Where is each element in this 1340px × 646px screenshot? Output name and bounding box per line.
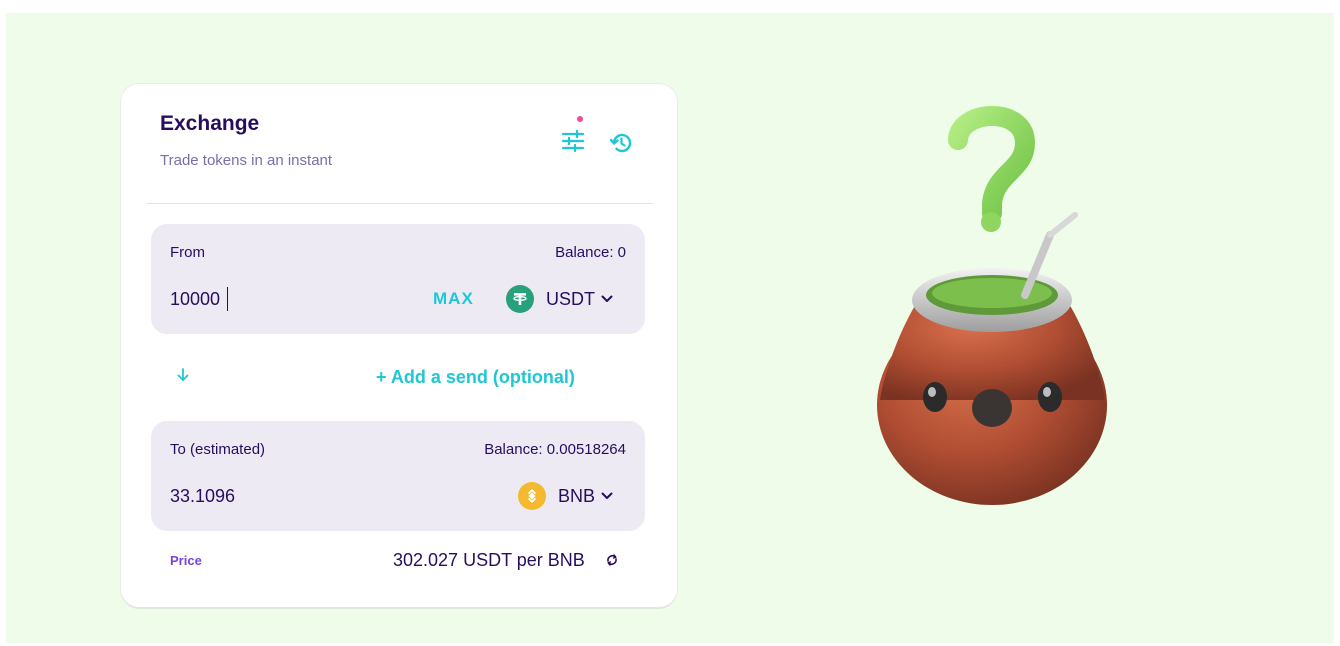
card-title: Exchange — [160, 112, 260, 135]
text-caret — [227, 287, 228, 311]
settings-sliders-icon — [561, 130, 585, 152]
mate-mascot-illustration — [877, 106, 1107, 505]
price-label: Price — [170, 553, 202, 568]
to-token-name: BNB — [558, 485, 596, 506]
usdt-logo-icon — [506, 285, 534, 313]
settings-button[interactable] — [561, 116, 587, 156]
refresh-icon[interactable] — [605, 553, 619, 567]
from-token-select[interactable]: USDT — [506, 284, 613, 314]
to-balance: Balance: 0.00518264 — [484, 441, 626, 458]
exchange-card: Exchange Trade tokens in an instant From… — [121, 84, 677, 607]
to-panel: To (estimated) Balance: 0.00518264 BNB — [151, 421, 645, 531]
from-label: From — [170, 244, 205, 261]
question-mark-icon — [948, 106, 1036, 223]
from-panel: From Balance: 0 MAX USDT — [151, 224, 645, 334]
from-token-name: USDT — [546, 288, 595, 309]
chevron-down-icon — [601, 295, 613, 302]
from-amount-input[interactable] — [170, 286, 290, 312]
bnb-logo-icon — [518, 482, 546, 510]
history-icon[interactable] — [608, 130, 634, 156]
chevron-down-icon — [601, 492, 613, 499]
page-background: Exchange Trade tokens in an instant From… — [6, 13, 1334, 643]
header-divider — [146, 203, 653, 204]
max-button[interactable]: MAX — [433, 289, 474, 309]
to-label: To (estimated) — [170, 441, 266, 458]
card-subtitle: Trade tokens in an instant — [160, 152, 333, 169]
from-balance: Balance: 0 — [555, 244, 626, 261]
to-token-select[interactable]: BNB — [518, 481, 613, 511]
arrow-down-icon[interactable] — [176, 367, 190, 383]
add-send-button[interactable]: + Add a send (optional) — [376, 367, 575, 388]
notification-dot — [577, 116, 583, 122]
to-amount-input[interactable] — [170, 483, 290, 509]
price-value: 302.027 USDT per BNB — [393, 550, 585, 570]
